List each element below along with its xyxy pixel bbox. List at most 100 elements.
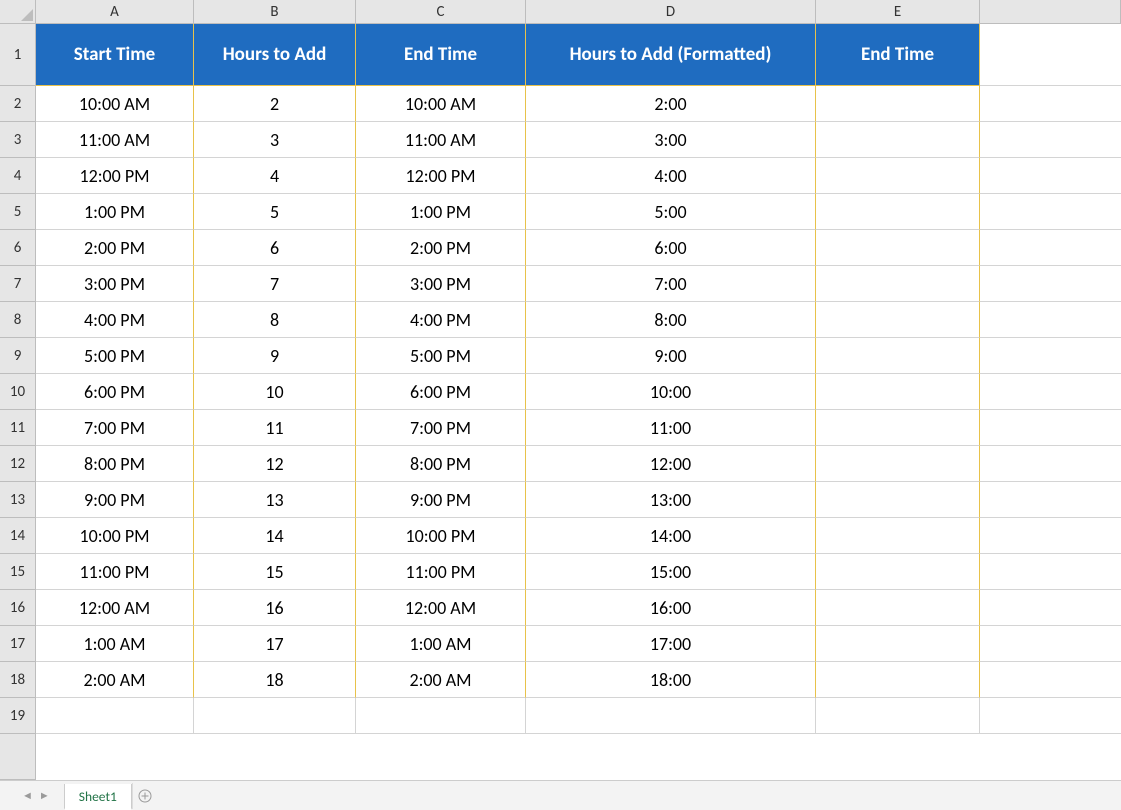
cell-C8[interactable]: 4:00 PM xyxy=(356,302,526,338)
cell-C16[interactable]: 12:00 AM xyxy=(356,590,526,626)
cell-A17[interactable]: 1:00 AM xyxy=(36,626,194,662)
row-header-15[interactable]: 15 xyxy=(0,554,36,590)
cell-A14[interactable]: 10:00 PM xyxy=(36,518,194,554)
cell-blank-16[interactable] xyxy=(980,590,1121,626)
cell-A16[interactable]: 12:00 AM xyxy=(36,590,194,626)
cell-C10[interactable]: 6:00 PM xyxy=(356,374,526,410)
row-header-8[interactable]: 8 xyxy=(0,302,36,338)
row-header-6[interactable]: 6 xyxy=(0,230,36,266)
cell-D5[interactable]: 5:00 xyxy=(526,194,816,230)
cell-B14[interactable]: 14 xyxy=(194,518,356,554)
cell-blank-14[interactable] xyxy=(980,518,1121,554)
cell-blank-13[interactable] xyxy=(980,482,1121,518)
cell-B17[interactable]: 17 xyxy=(194,626,356,662)
cell-D4[interactable]: 4:00 xyxy=(526,158,816,194)
row-header-2[interactable]: 2 xyxy=(0,86,36,122)
row-header-11[interactable]: 11 xyxy=(0,410,36,446)
cell-C14[interactable]: 10:00 PM xyxy=(356,518,526,554)
cell-B5[interactable]: 5 xyxy=(194,194,356,230)
cell-blank-18[interactable] xyxy=(980,662,1121,698)
select-all-corner[interactable] xyxy=(0,0,36,24)
new-sheet-button[interactable] xyxy=(132,783,158,809)
cell-C18[interactable]: 2:00 AM xyxy=(356,662,526,698)
cell-B1[interactable]: Hours to Add xyxy=(194,24,356,86)
cell-A19[interactable] xyxy=(36,698,194,734)
cell-B13[interactable]: 13 xyxy=(194,482,356,518)
cell-B15[interactable]: 15 xyxy=(194,554,356,590)
cell-B4[interactable]: 4 xyxy=(194,158,356,194)
row-header-14[interactable]: 14 xyxy=(0,518,36,554)
cell-A4[interactable]: 12:00 PM xyxy=(36,158,194,194)
row-header-9[interactable]: 9 xyxy=(0,338,36,374)
cell-B6[interactable]: 6 xyxy=(194,230,356,266)
cell-C11[interactable]: 7:00 PM xyxy=(356,410,526,446)
cell-A10[interactable]: 6:00 PM xyxy=(36,374,194,410)
cell-blank-12[interactable] xyxy=(980,446,1121,482)
cell-blank-3[interactable] xyxy=(980,122,1121,158)
cell-A13[interactable]: 9:00 PM xyxy=(36,482,194,518)
cell-blank-2[interactable] xyxy=(980,86,1121,122)
cell-D16[interactable]: 16:00 xyxy=(526,590,816,626)
cell-E2[interactable] xyxy=(816,86,980,122)
cell-D6[interactable]: 6:00 xyxy=(526,230,816,266)
cell-D11[interactable]: 11:00 xyxy=(526,410,816,446)
cell-D3[interactable]: 3:00 xyxy=(526,122,816,158)
row-header-1[interactable]: 1 xyxy=(0,24,36,86)
row-header-18[interactable]: 18 xyxy=(0,662,36,698)
cell-D18[interactable]: 18:00 xyxy=(526,662,816,698)
cell-E14[interactable] xyxy=(816,518,980,554)
cell-B2[interactable]: 2 xyxy=(194,86,356,122)
cell-C6[interactable]: 2:00 PM xyxy=(356,230,526,266)
cell-B10[interactable]: 10 xyxy=(194,374,356,410)
row-header-17[interactable]: 17 xyxy=(0,626,36,662)
sheet-nav-next-icon[interactable]: ► xyxy=(39,790,50,801)
row-header-10[interactable]: 10 xyxy=(0,374,36,410)
cell-A8[interactable]: 4:00 PM xyxy=(36,302,194,338)
cell-E16[interactable] xyxy=(816,590,980,626)
cell-D8[interactable]: 8:00 xyxy=(526,302,816,338)
cell-A6[interactable]: 2:00 PM xyxy=(36,230,194,266)
row-header-5[interactable]: 5 xyxy=(0,194,36,230)
cell-C1[interactable]: End Time xyxy=(356,24,526,86)
cell-blank-19[interactable] xyxy=(980,698,1121,734)
cell-D19[interactable] xyxy=(526,698,816,734)
cell-C3[interactable]: 11:00 AM xyxy=(356,122,526,158)
cell-B3[interactable]: 3 xyxy=(194,122,356,158)
cell-E10[interactable] xyxy=(816,374,980,410)
cell-A11[interactable]: 7:00 PM xyxy=(36,410,194,446)
cell-B18[interactable]: 18 xyxy=(194,662,356,698)
cell-blank-7[interactable] xyxy=(980,266,1121,302)
cell-B16[interactable]: 16 xyxy=(194,590,356,626)
cell-D10[interactable]: 10:00 xyxy=(526,374,816,410)
cell-E5[interactable] xyxy=(816,194,980,230)
cell-blank-6[interactable] xyxy=(980,230,1121,266)
column-header-B[interactable]: B xyxy=(194,0,356,24)
sheet-tab-sheet1[interactable]: Sheet1 xyxy=(64,784,132,810)
cell-E9[interactable] xyxy=(816,338,980,374)
row-header-7[interactable]: 7 xyxy=(0,266,36,302)
column-header-C[interactable]: C xyxy=(356,0,526,24)
cell-E18[interactable] xyxy=(816,662,980,698)
row-header-12[interactable]: 12 xyxy=(0,446,36,482)
column-header-D[interactable]: D xyxy=(526,0,816,24)
row-header-13[interactable]: 13 xyxy=(0,482,36,518)
cell-C9[interactable]: 5:00 PM xyxy=(356,338,526,374)
cell-C12[interactable]: 8:00 PM xyxy=(356,446,526,482)
cell-blank-15[interactable] xyxy=(980,554,1121,590)
cell-blank-17[interactable] xyxy=(980,626,1121,662)
cell-C5[interactable]: 1:00 PM xyxy=(356,194,526,230)
cell-D1[interactable]: Hours to Add (Formatted) xyxy=(526,24,816,86)
sheet-nav-prev-icon[interactable]: ◄ xyxy=(22,790,33,801)
cell-blank-11[interactable] xyxy=(980,410,1121,446)
cell-D9[interactable]: 9:00 xyxy=(526,338,816,374)
cell-A9[interactable]: 5:00 PM xyxy=(36,338,194,374)
cell-E19[interactable] xyxy=(816,698,980,734)
cell-D17[interactable]: 17:00 xyxy=(526,626,816,662)
row-header-3[interactable]: 3 xyxy=(0,122,36,158)
cell-D12[interactable]: 12:00 xyxy=(526,446,816,482)
cell-C15[interactable]: 11:00 PM xyxy=(356,554,526,590)
row-header-19[interactable]: 19 xyxy=(0,698,36,734)
cell-A15[interactable]: 11:00 PM xyxy=(36,554,194,590)
cell-D7[interactable]: 7:00 xyxy=(526,266,816,302)
cell-D15[interactable]: 15:00 xyxy=(526,554,816,590)
